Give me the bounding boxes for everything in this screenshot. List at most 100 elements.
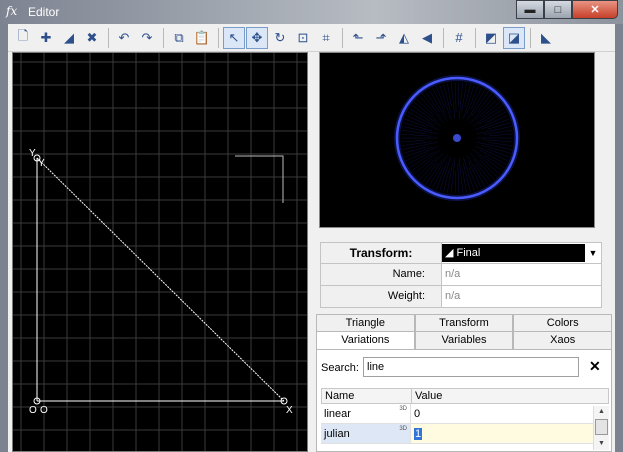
zoom-fit-icon[interactable]: ⌗ [315,27,337,49]
new-flame-icon[interactable]: 🗋 [12,27,34,49]
column-header-name[interactable]: Name [322,389,412,403]
tab-row-1: Triangle Transform Colors [316,314,613,332]
tab-variables[interactable]: Variables [414,331,514,349]
post-affine-icon[interactable]: ◪ [503,26,525,49]
flame-ray [479,160,498,178]
undo-icon[interactable]: ↶ [113,27,135,49]
final-transform-icon: ◢ [445,247,457,259]
transform-value-text: Final [456,247,481,259]
flame-ray [487,122,511,130]
origin-label: O [29,405,37,416]
weight-row: Weight: n/a [320,286,602,308]
flame-ray [407,111,435,126]
weight-field[interactable]: n/a [442,286,601,307]
scale-icon[interactable]: ⊡ [292,27,314,49]
transform-options-icon[interactable]: ◣ [535,27,557,49]
paste-icon[interactable]: 📋 [191,27,213,49]
copy-icon[interactable]: ⧉ [168,27,190,49]
flame-ray [450,157,456,194]
toolbar-separator [443,27,444,48]
rotate-icon[interactable]: ↻ [269,27,291,49]
chevron-down-icon[interactable]: ▼ [585,248,601,258]
variations-grid: Name Value linear 3D 0 julian 3D 1 ▲ ▼ [321,388,609,450]
duplicate-transform-icon[interactable]: ◢ [58,27,80,49]
flame-ray [422,163,438,183]
tab-triangle[interactable]: Triangle [316,314,415,332]
flame-ray [482,130,513,135]
flame-ray [447,82,452,107]
flame-ray [482,139,513,143]
close-button[interactable]: ✕ [572,0,618,19]
flame-ray [466,89,486,121]
flip-vertical-icon[interactable]: ◀ [416,27,438,49]
variation-name-cell[interactable]: julian 3D [321,424,411,443]
window-border-right [615,24,623,452]
table-row[interactable]: linear 3D 0 [321,404,609,424]
triangle-editor-svg[interactable]: YY O O X [13,53,308,452]
pre-affine-icon[interactable]: ◩ [480,27,502,49]
tab-transform[interactable]: Transform [414,314,514,332]
column-header-value[interactable]: Value [412,389,442,403]
flame-ray [432,87,446,115]
vertical-scrollbar[interactable]: ▲ ▼ [593,406,609,450]
redo-icon[interactable]: ↷ [136,27,158,49]
transform-row: Transform: ◢ Final ▼ [320,242,602,264]
tab-xaos[interactable]: Xaos [513,331,613,349]
grid-header: Name Value [321,388,609,404]
table-row[interactable]: julian 3D 1 [321,424,609,444]
toolbar-separator [163,27,164,48]
maximize-button[interactable]: □ [544,0,572,19]
transform-select[interactable]: ◢ Final ▼ [442,243,601,263]
flip-horizontal-icon[interactable]: ◭ [393,27,415,49]
select-pointer-icon[interactable]: ↖ [223,26,245,49]
tab-row-2: Variations Variables Xaos [316,331,613,349]
variation-name-cell[interactable]: linear 3D [321,404,411,423]
flame-ray [428,155,448,187]
flame-ray [481,101,501,118]
delete-transform-icon[interactable]: ✖ [81,27,103,49]
toolbar-separator [530,27,531,48]
add-transform-icon[interactable]: ✚ [35,27,57,49]
variation-name: linear [324,408,351,420]
variation-value-cell[interactable]: 0 [411,404,609,423]
flame-ray [428,89,448,121]
flame-ray [443,83,451,113]
scroll-up-icon[interactable]: ▲ [594,406,609,418]
transform-select-value[interactable]: ◢ Final [442,244,585,262]
scroll-thumb[interactable] [595,419,608,435]
flame-ray [401,140,426,143]
toolbar: 🗋 ✚ ◢ ✖ ↶ ↷ ⧉ 📋 ↖ ✥ ↻ ⊡ ⌗ ⬑ ⬏ ◭ ◀ # ◩ ◪ ◣ [8,24,615,52]
tab-variations[interactable]: Variations [316,331,415,349]
3d-badge: 3D [399,426,407,432]
vertex-o-label: O [40,405,48,416]
toolbar-separator [218,27,219,48]
rotate-right-icon[interactable]: ⬏ [370,27,392,49]
minimize-button[interactable]: ▬ [516,0,544,19]
close-icon[interactable]: ✕ [589,358,601,375]
flame-ray [463,163,471,193]
toolbar-separator [108,27,109,48]
window-controls: ▬ □ ✕ [516,0,623,19]
flame-ray [458,157,464,194]
search-input[interactable]: line [363,357,579,377]
flame-ray [425,91,440,112]
toolbar-separator [475,27,476,48]
name-field[interactable]: n/a [442,264,601,285]
flame-ray [484,154,505,168]
triangle-editor-canvas[interactable]: YY OO X [12,52,308,452]
toolbar-separator [342,27,343,48]
flame-ray [454,169,457,194]
flame-ray [457,82,460,107]
variations-panel: Search: line ✕ Name Value linear 3D 0 ju… [316,349,612,452]
vertex-x-label: X [286,405,293,416]
flame-ray [450,82,456,119]
transform-properties: Transform: ◢ Final ▼ Name: n/a Weight: n… [320,242,602,308]
grid-toggle-icon[interactable]: # [448,27,470,49]
tab-colors[interactable]: Colors [513,314,613,332]
variation-value-cell[interactable]: 1 [411,424,609,443]
rotate-left-icon[interactable]: ⬑ [347,27,369,49]
scroll-down-icon[interactable]: ▼ [594,438,609,450]
move-icon[interactable]: ✥ [246,26,268,49]
flame-ray [474,164,489,185]
editor-body: YY OO X Transform: ◢ Final ▼ Name: n/a Wei… [8,52,615,452]
